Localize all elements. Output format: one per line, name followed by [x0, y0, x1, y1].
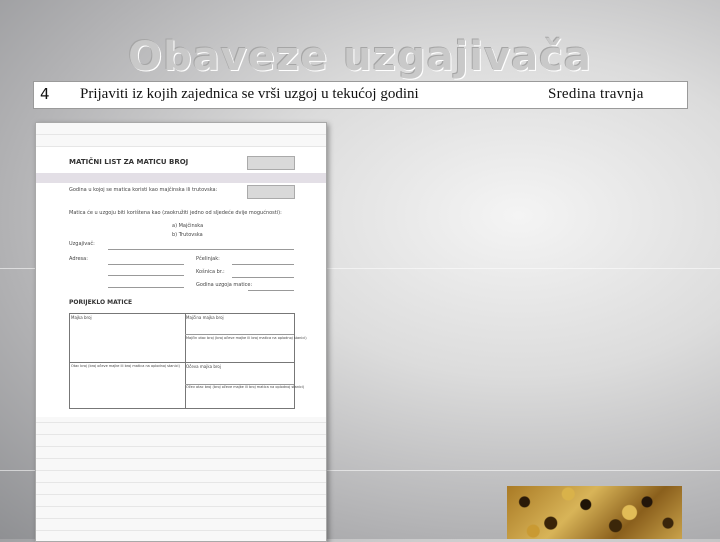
- table-divider-upper: [185, 334, 294, 335]
- queen-number-box: [247, 156, 295, 170]
- pedigree-table: [69, 313, 295, 409]
- form-heading: MATIČNI LIST ZA MATICU BROJ: [69, 158, 189, 166]
- option-b: b) Trutovska: [172, 232, 203, 238]
- row-task: Prijaviti iz kojih zajednica se vrši uzg…: [80, 86, 419, 102]
- apiary-label: Pčelinjak:: [196, 256, 220, 262]
- year-box: [247, 185, 295, 199]
- year-raised-line: [248, 290, 294, 291]
- apiary-line: [232, 264, 294, 265]
- address-line-1: [108, 264, 184, 265]
- table-divider-vertical: [185, 314, 186, 408]
- year-raised-label: Godina uzgoja matice:: [196, 282, 253, 288]
- address-label: Adresa:: [69, 256, 88, 262]
- row-deadline: Sredina travnja: [548, 86, 644, 102]
- form-band: [36, 173, 326, 183]
- table-divider-horizontal: [70, 362, 294, 363]
- usage-label: Matica će u uzgoju biti korištena kao (z…: [69, 210, 282, 216]
- address-line-2: [108, 275, 184, 276]
- hive-label: Košnica br.:: [196, 269, 225, 275]
- option-a: a) Majčinska: [172, 223, 204, 229]
- cell-father: Otac broj (broj očeve majke ili broj mat…: [71, 364, 180, 368]
- address-line-3: [108, 287, 184, 288]
- hive-line: [232, 277, 294, 278]
- cell-mothers-father: Majčin otac broj (broj očeve majke ili b…: [186, 336, 307, 340]
- slide-title: Obaveze uzgajivača: [128, 34, 592, 80]
- breeder-label: Uzgajivač:: [69, 241, 95, 247]
- obligation-row: 4 Prijaviti iz kojih zajednica se vrši u…: [33, 81, 688, 109]
- row-number: 4: [40, 85, 50, 103]
- cell-fathers-mother: Očeva majka broj: [186, 364, 221, 369]
- origin-heading: PORIJEKLO MATICE: [69, 299, 133, 306]
- cell-mother: Majka broj: [71, 315, 92, 320]
- year-label: Godina u kojoj se matica koristi kao maj…: [69, 187, 218, 193]
- breeder-line: [108, 249, 294, 250]
- queen-pedigree-form-image: MATIČNI LIST ZA MATICU BROJ Godina u koj…: [35, 122, 327, 542]
- cell-mothers-mother: Majčina majka broj: [186, 315, 224, 320]
- honeybees-photo: [507, 486, 682, 539]
- cell-fathers-father: Očev otac broj (broj očeve majke ili bro…: [186, 385, 305, 389]
